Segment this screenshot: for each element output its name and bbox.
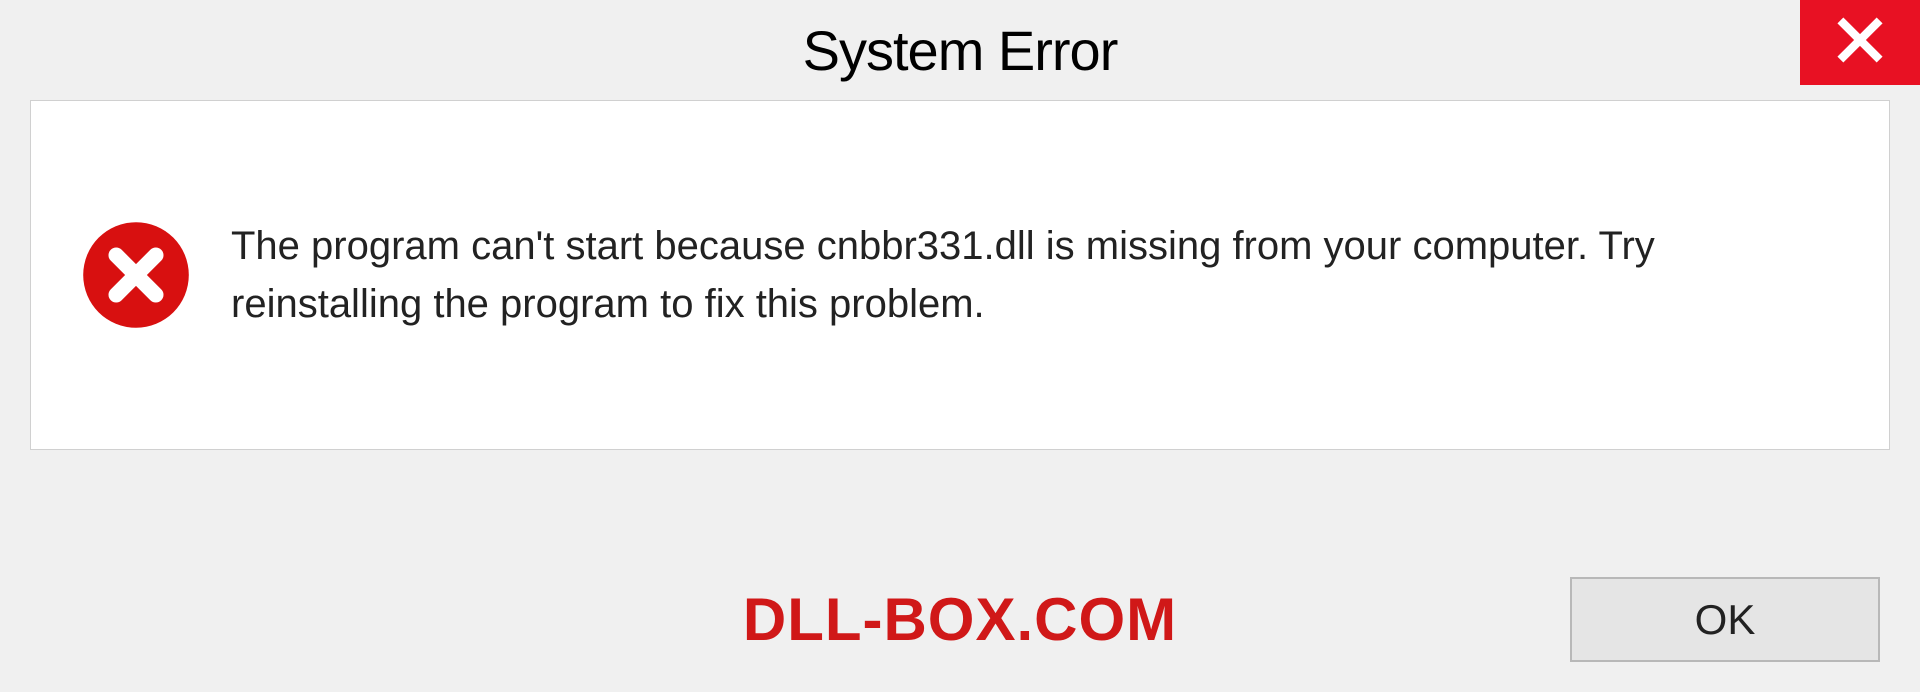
close-button[interactable] xyxy=(1800,0,1920,85)
close-icon xyxy=(1835,15,1885,70)
dialog-title: System Error xyxy=(803,18,1118,83)
error-icon xyxy=(81,220,191,330)
dialog-message: The program can't start because cnbbr331… xyxy=(231,217,1839,333)
ok-button[interactable]: OK xyxy=(1570,577,1880,662)
dialog-titlebar: System Error xyxy=(0,0,1920,100)
dialog-footer: DLL-BOX.COM OK xyxy=(0,577,1920,662)
ok-button-label: OK xyxy=(1695,596,1756,644)
dialog-content: The program can't start because cnbbr331… xyxy=(30,100,1890,450)
watermark-text: DLL-BOX.COM xyxy=(743,585,1177,654)
